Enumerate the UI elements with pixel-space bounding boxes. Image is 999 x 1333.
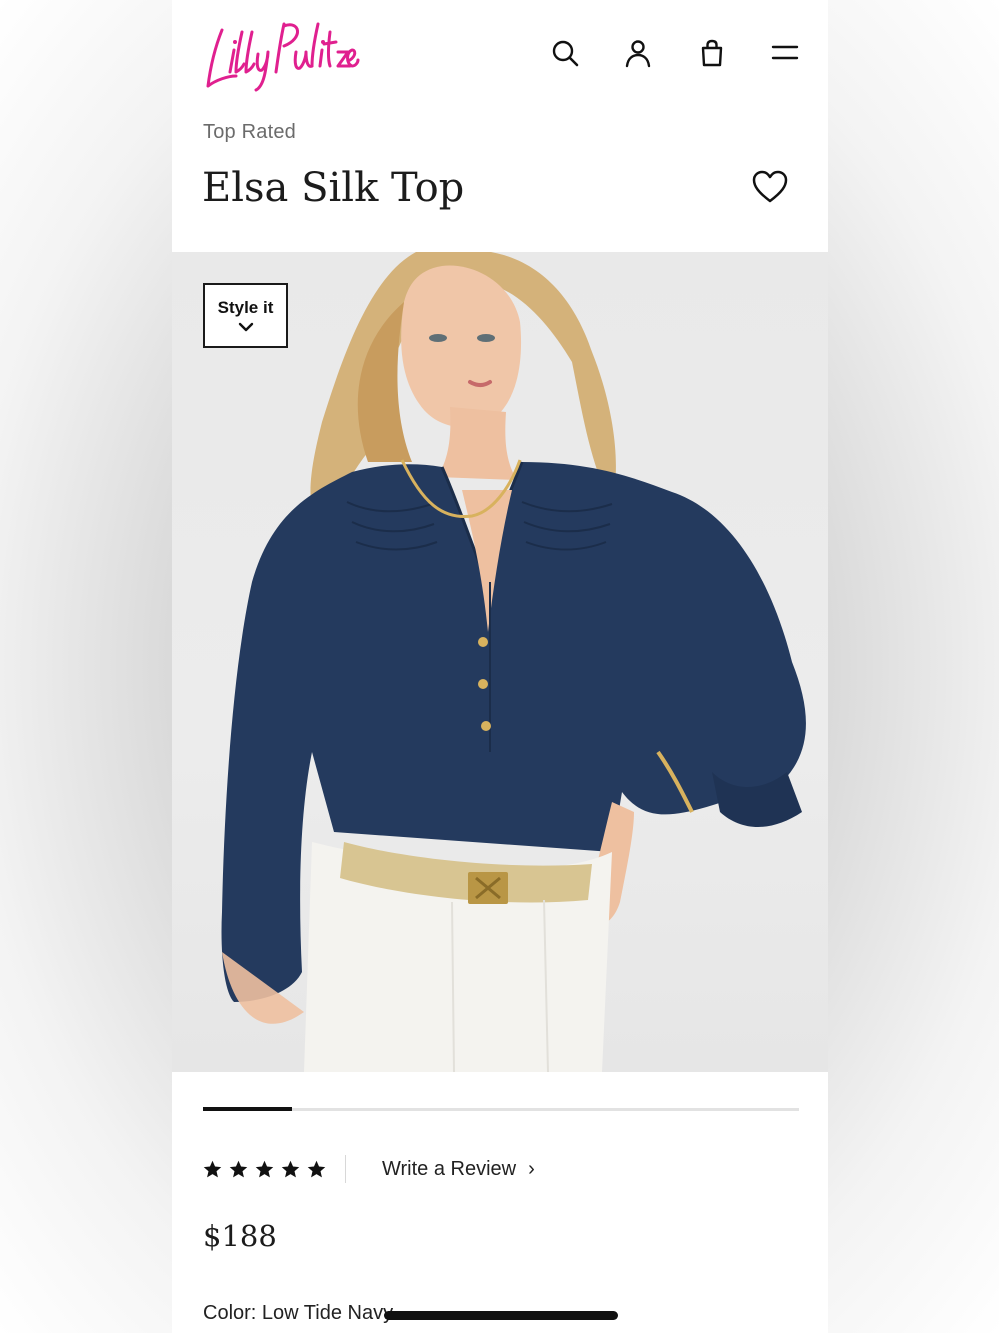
star-icon — [255, 1160, 274, 1177]
brand-logo[interactable] — [200, 10, 360, 96]
chevron-down-icon — [238, 322, 253, 332]
model-photo — [221, 252, 806, 1072]
rating-row: Write a Review › — [202, 1152, 802, 1186]
style-it-label: Style it — [217, 298, 274, 317]
account-icon[interactable] — [621, 36, 655, 70]
chevron-right-icon: › — [528, 1157, 535, 1180]
bag-icon[interactable] — [695, 36, 729, 70]
star-rating[interactable] — [202, 1159, 327, 1180]
gallery-progress-fill — [203, 1107, 293, 1111]
site-header — [172, 0, 828, 110]
top-rated-label: Top Rated — [203, 121, 296, 143]
color-label: Color: Low Tide Navy — [203, 1302, 394, 1324]
divider — [345, 1155, 346, 1183]
product-price: $188 — [203, 1219, 277, 1253]
menu-icon[interactable] — [768, 36, 802, 70]
style-it-button[interactable]: Style it — [203, 283, 288, 348]
search-icon[interactable] — [548, 36, 582, 70]
write-review-link[interactable]: Write a Review › — [382, 1158, 535, 1181]
write-review-label: Write a Review — [382, 1157, 517, 1180]
product-title: Elsa Silk Top — [202, 165, 465, 211]
home-indicator[interactable] — [384, 1311, 618, 1320]
gallery-progress-track — [203, 1107, 799, 1111]
star-icon — [203, 1160, 222, 1177]
product-page: Top Rated Elsa Silk Top Style it Write a… — [172, 0, 828, 1333]
star-icon — [281, 1160, 300, 1177]
star-icon — [307, 1160, 326, 1177]
wishlist-heart-icon[interactable] — [752, 170, 788, 204]
product-image[interactable]: Style it — [172, 252, 828, 1072]
star-icon — [229, 1160, 248, 1177]
